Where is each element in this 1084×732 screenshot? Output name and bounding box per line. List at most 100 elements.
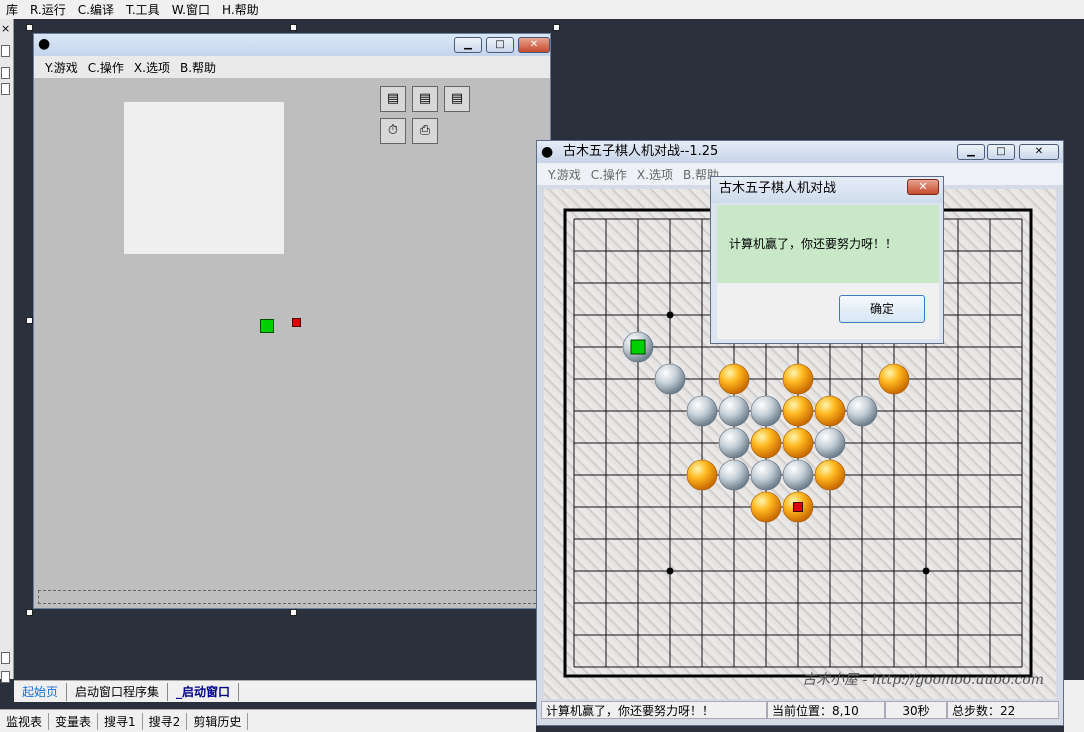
- dialog-footer: 确定: [717, 283, 939, 339]
- resize-handle[interactable]: [290, 609, 297, 616]
- ide-menu-item-tools[interactable]: T.工具: [120, 1, 166, 18]
- watermark-text: 古木小屋 - http://goomoo.uuoo.com: [802, 672, 1044, 688]
- white-stone: [846, 395, 878, 427]
- menu-item-operate[interactable]: C.操作: [586, 166, 632, 183]
- designer-menu-bar: Y.游戏 C.操作 X.选项 B.帮助: [34, 56, 550, 78]
- status-message: 计算机赢了，你还要努力呀！！: [541, 701, 767, 719]
- game-window-title: 古木五子棋人机对战--1.25: [563, 144, 719, 159]
- gold-stone: [782, 427, 814, 459]
- corner-filler: [1064, 680, 1084, 732]
- menu-item-options[interactable]: X.选项: [129, 59, 175, 76]
- close-icon[interactable]: ×: [1, 22, 10, 35]
- menu-item-operate[interactable]: C.操作: [83, 59, 129, 76]
- status-time: 30秒: [885, 701, 947, 719]
- resize-handle[interactable]: [26, 317, 33, 324]
- panel-toggle-icon[interactable]: [1, 45, 10, 57]
- document-tabs: 起始页 启动窗口程序集 _启动窗口: [14, 680, 536, 702]
- dialog-title-bar: 古木五子棋人机对战 ✕: [711, 177, 943, 203]
- dialog-title: 古木五子棋人机对战: [719, 181, 837, 196]
- designer-title-bar: ● ▁ □ ✕: [34, 34, 550, 56]
- resize-handle[interactable]: [553, 24, 560, 31]
- result-dialog: 古木五子棋人机对战 ✕ 计算机赢了，你还要努力呀！！ 确定: [710, 176, 944, 344]
- designer-canvas: ▤ ▤ ▤ ⏱ ⎙: [34, 78, 550, 608]
- ide-menu-item-run[interactable]: R.运行: [24, 1, 72, 18]
- white-stone: [654, 363, 686, 395]
- close-icon[interactable]: ✕: [518, 37, 550, 53]
- panel-tabs: 监视表 变量表 搜寻1 搜寻2 剪辑历史: [0, 709, 536, 732]
- menu-item-game[interactable]: Y.游戏: [40, 59, 83, 76]
- game-status-bar: 计算机赢了，你还要努力呀！！ 当前位置：8,10 30秒 总步数：22: [541, 701, 1059, 721]
- resize-handle[interactable]: [290, 24, 297, 31]
- white-stone: [750, 459, 782, 491]
- gold-marker-icon[interactable]: [292, 318, 301, 327]
- app-icon: ●: [541, 144, 554, 160]
- white-stone: [782, 459, 814, 491]
- minimize-icon[interactable]: ▁: [957, 144, 985, 160]
- panel-toggle-icon[interactable]: [1, 83, 10, 95]
- tab-watch[interactable]: 监视表: [0, 712, 50, 730]
- gold-stone: [878, 363, 910, 395]
- timer-component-icon[interactable]: ▤: [412, 86, 438, 112]
- panel-toggle-icon[interactable]: [1, 652, 10, 664]
- star-point: [666, 311, 674, 319]
- tab-search2[interactable]: 搜寻2: [143, 712, 188, 730]
- resize-handle[interactable]: [26, 609, 33, 616]
- status-steps: 总步数：22: [947, 701, 1059, 719]
- menu-item-game[interactable]: Y.游戏: [543, 166, 586, 183]
- tab-start-page[interactable]: 起始页: [14, 682, 68, 701]
- timer-component-icon[interactable]: ▤: [444, 86, 470, 112]
- gold-stone: [718, 363, 750, 395]
- menu-item-help[interactable]: B.帮助: [175, 59, 221, 76]
- timer-component-icon[interactable]: ▤: [380, 86, 406, 112]
- game-title-bar: ● 古木五子棋人机对战--1.25 ▁ □ ✕: [537, 141, 1063, 163]
- tab-variables[interactable]: 变量表: [49, 712, 99, 730]
- printer-component-icon[interactable]: ⎙: [412, 118, 438, 144]
- panel-toggle-icon[interactable]: [1, 67, 10, 79]
- gold-stone: [782, 395, 814, 427]
- designer-status-bar: [38, 590, 546, 604]
- last-move-white-marker: [630, 339, 646, 355]
- star-point: [922, 567, 930, 575]
- ide-menu-item-window[interactable]: W.窗口: [166, 1, 216, 18]
- minimize-icon[interactable]: ▁: [454, 37, 482, 53]
- gold-stone: [814, 395, 846, 427]
- ok-button[interactable]: 确定: [839, 295, 925, 323]
- menu-item-options[interactable]: X.选项: [632, 166, 678, 183]
- gold-stone: [750, 491, 782, 523]
- close-icon[interactable]: ✕: [1019, 144, 1059, 160]
- gold-stone: [782, 363, 814, 395]
- white-stone: [750, 395, 782, 427]
- white-stone: [718, 395, 750, 427]
- ide-menu-item-compile[interactable]: C.编译: [72, 1, 120, 18]
- dialog-message: 计算机赢了，你还要努力呀！！: [729, 237, 898, 251]
- gold-stone: [814, 459, 846, 491]
- maximize-icon[interactable]: □: [987, 144, 1015, 160]
- left-panel-strip: ×: [0, 19, 14, 683]
- white-stone: [814, 427, 846, 459]
- designer-form-window: ● ▁ □ ✕ Y.游戏 C.操作 X.选项 B.帮助 ▤ ▤ ▤ ⏱ ⎙: [33, 33, 551, 609]
- white-stone: [718, 427, 750, 459]
- gold-stone: [686, 459, 718, 491]
- stopwatch-component-icon[interactable]: ⏱: [380, 118, 406, 144]
- panel-toggle-icon[interactable]: [1, 671, 10, 683]
- white-marker-icon[interactable]: [260, 319, 274, 333]
- star-point: [666, 567, 674, 575]
- app-icon: ●: [38, 36, 51, 52]
- gold-stone: [750, 427, 782, 459]
- ide-menu-bar: 库 R.运行 C.编译 T.工具 W.窗口 H.帮助: [0, 0, 1084, 19]
- last-move-gold-marker: [793, 502, 803, 512]
- white-stone: [718, 459, 750, 491]
- status-position: 当前位置：8,10: [767, 701, 885, 719]
- ide-menu-item-library[interactable]: 库: [0, 1, 24, 18]
- tab-search1[interactable]: 搜寻1: [98, 712, 143, 730]
- tab-clip-history[interactable]: 剪辑历史: [187, 712, 249, 730]
- white-stone: [686, 395, 718, 427]
- tab-startup-window[interactable]: _启动窗口: [168, 682, 240, 701]
- maximize-icon[interactable]: □: [486, 37, 514, 53]
- board-placeholder[interactable]: [124, 102, 284, 254]
- resize-handle[interactable]: [26, 24, 33, 31]
- dialog-body: 计算机赢了，你还要努力呀！！: [717, 205, 939, 283]
- ide-menu-item-help[interactable]: H.帮助: [216, 1, 265, 18]
- close-icon[interactable]: ✕: [907, 179, 939, 195]
- tab-startup-program-set[interactable]: 启动窗口程序集: [67, 682, 169, 701]
